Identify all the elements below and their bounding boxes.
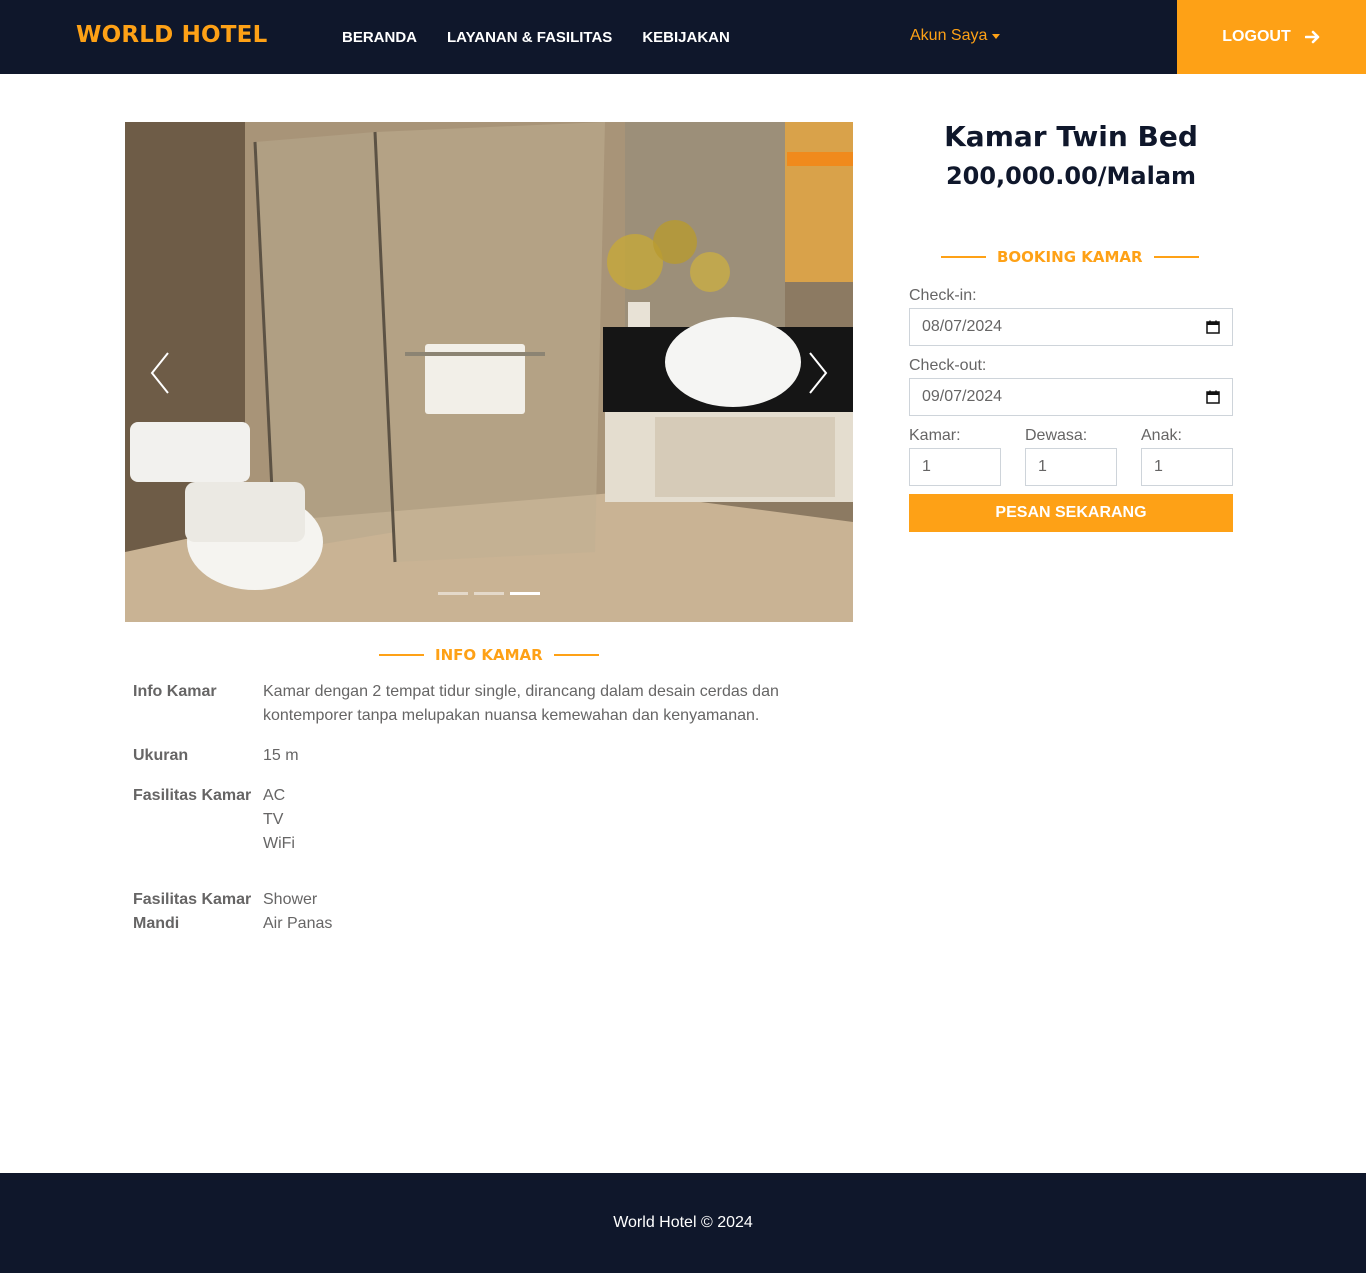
pesan-sekarang-button[interactable]: PESAN SEKARANG [909, 494, 1233, 532]
bathroom-photo [125, 122, 853, 622]
account-dropdown[interactable]: Akun Saya [910, 27, 1001, 45]
nav-link-layanan-fasilitas[interactable]: LAYANAN & FASILITAS [447, 29, 612, 46]
anak-value: 1 [1154, 458, 1163, 475]
navbar: WORLD HOTEL BERANDA LAYANAN & FASILITAS … [0, 0, 1366, 74]
info-value: Kamar dengan 2 tempat tidur single, dira… [263, 680, 803, 728]
info-value-line: Kamar dengan 2 tempat tidur single, dira… [263, 683, 779, 724]
info-value-line: TV [263, 811, 284, 828]
brand-logo[interactable]: WORLD HOTEL [76, 22, 267, 48]
booking-section-title: BOOKING KAMAR [941, 248, 1199, 266]
caret-down-icon [992, 33, 1001, 39]
calendar-icon[interactable] [1206, 390, 1220, 404]
info-value: 15 m [263, 744, 803, 768]
dewasa-value: 1 [1038, 458, 1047, 475]
title-divider-right [553, 654, 599, 656]
logout-label: LOGOUT [1222, 28, 1291, 45]
title-divider-left [379, 654, 424, 656]
room-image-carousel[interactable] [125, 122, 853, 622]
checkout-value: 09/07/2024 [922, 388, 1003, 405]
info-row-fasilitas-kamar-mandi: Fasilitas Kamar Mandi Shower Air Panas [133, 888, 803, 936]
title-divider-left [941, 256, 986, 258]
checkout-date-input[interactable]: 09/07/2024 [909, 378, 1233, 416]
room-title: Kamar Twin Bed [944, 120, 1198, 153]
chevron-left-icon[interactable] [142, 345, 182, 401]
info-title-text: INFO KAMAR [435, 646, 543, 664]
info-value: AC TV WiFi [263, 784, 803, 856]
dewasa-label: Dewasa: [1025, 427, 1088, 444]
carousel-indicator-2[interactable] [474, 592, 504, 595]
room-price: 200,000.00/Malam [945, 162, 1197, 190]
info-value-line: Shower [263, 891, 318, 908]
carousel-indicator-1[interactable] [438, 592, 468, 595]
carousel-indicator-3[interactable] [510, 592, 540, 595]
info-value-line: 15 m [263, 747, 299, 764]
info-row-info-kamar: Info Kamar Kamar dengan 2 tempat tidur s… [133, 680, 803, 728]
kamar-label: Kamar: [909, 427, 961, 444]
title-divider-right [1153, 256, 1199, 258]
nav-link-kebijakan[interactable]: KEBIJAKAN [642, 29, 730, 46]
chevron-right-icon[interactable] [796, 345, 836, 401]
info-key: Info Kamar [133, 683, 217, 700]
info-value-line: AC [263, 787, 286, 804]
info-value-line: WiFi [263, 835, 295, 852]
footer-copyright: World Hotel © 2024 [613, 1214, 753, 1231]
account-label: Akun Saya [910, 27, 988, 44]
logout-button[interactable]: LOGOUT [1177, 0, 1366, 74]
checkin-date-input[interactable]: 08/07/2024 [909, 308, 1233, 346]
checkin-value: 08/07/2024 [922, 318, 1003, 335]
anak-count-input[interactable]: 1 [1141, 448, 1233, 486]
info-row-fasilitas-kamar: Fasilitas Kamar AC TV WiFi [133, 784, 803, 856]
kamar-value: 1 [922, 458, 931, 475]
checkin-label: Check-in: [909, 287, 977, 304]
info-key: Fasilitas Kamar Mandi [133, 891, 252, 932]
booking-title-text: BOOKING KAMAR [997, 248, 1143, 266]
info-value: Shower Air Panas [263, 888, 803, 936]
info-section-title: INFO KAMAR [379, 646, 599, 664]
checkout-label: Check-out: [909, 357, 987, 374]
nav-links: BERANDA LAYANAN & FASILITAS KEBIJAKAN [342, 0, 760, 74]
info-key: Fasilitas Kamar [133, 787, 252, 804]
info-value-line: Air Panas [263, 915, 333, 932]
arrow-right-icon [1304, 30, 1320, 44]
carousel-indicators [438, 592, 546, 595]
footer: World Hotel © 2024 [0, 1173, 1366, 1273]
nav-link-beranda[interactable]: BERANDA [342, 29, 417, 46]
calendar-icon[interactable] [1206, 320, 1220, 334]
info-key: Ukuran [133, 747, 189, 764]
info-row-ukuran: Ukuran 15 m [133, 744, 803, 768]
kamar-count-input[interactable]: 1 [909, 448, 1001, 486]
dewasa-count-input[interactable]: 1 [1025, 448, 1117, 486]
anak-label: Anak: [1141, 427, 1182, 444]
